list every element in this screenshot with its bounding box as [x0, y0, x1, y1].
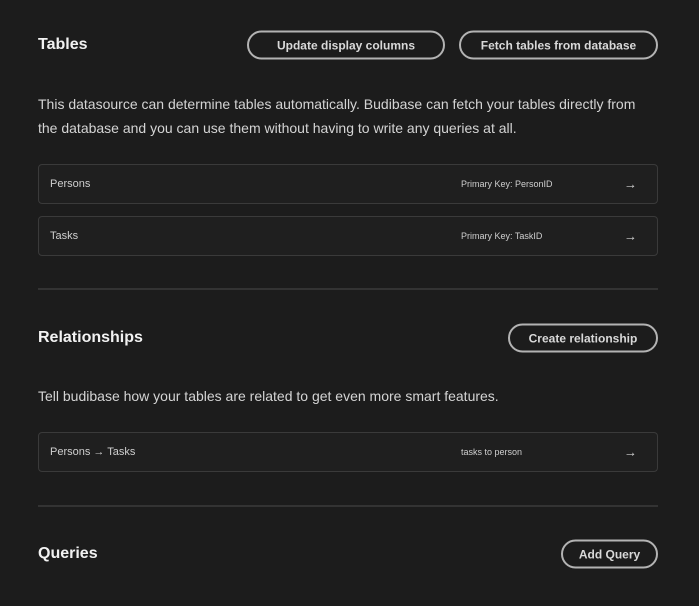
tables-header: Tables Update display columns Fetch tabl…: [38, 25, 658, 65]
arrow-right-icon[interactable]: →: [624, 445, 637, 460]
primary-key-label: Primary Key: PersonID: [461, 179, 553, 189]
tables-actions: Update display columns Fetch tables from…: [247, 30, 658, 60]
section-divider: [38, 505, 658, 507]
relationships-section: Relationships Create relationship: [38, 318, 658, 358]
relationships-header: Relationships Create relationship: [38, 318, 658, 358]
queries-header: Queries Add Query: [38, 534, 658, 574]
section-divider: [38, 288, 658, 290]
table-name: Persons: [50, 178, 91, 190]
arrow-right-icon[interactable]: →: [624, 177, 637, 192]
relationship-name: Persons → Tasks: [50, 446, 136, 458]
arrow-right-icon[interactable]: →: [624, 229, 637, 244]
relationship-label: tasks to person: [461, 447, 523, 457]
primary-key-label: Primary Key: TaskID: [461, 231, 543, 241]
relationships-description: Tell budibase how your tables are relate…: [38, 388, 499, 404]
table-name: Tasks: [50, 230, 79, 242]
add-query-button[interactable]: Add Query: [561, 539, 658, 569]
datasource-page: Tables Update display columns Fetch tabl…: [0, 0, 699, 606]
update-display-columns-button[interactable]: Update display columns: [247, 30, 445, 60]
queries-section: Queries Add Query: [38, 534, 658, 574]
queries-actions: Add Query: [561, 539, 658, 569]
tables-section: Tables Update display columns Fetch tabl…: [38, 25, 658, 65]
relationships-actions: Create relationship: [508, 323, 658, 353]
fetch-tables-button[interactable]: Fetch tables from database: [459, 30, 658, 60]
create-relationship-button[interactable]: Create relationship: [508, 323, 658, 353]
table-row-tasks[interactable]: Tasks Primary Key: TaskID →: [38, 216, 658, 256]
relationships-title: Relationships: [38, 329, 143, 346]
tables-description: This datasource can determine tables aut…: [38, 96, 636, 136]
table-row-persons[interactable]: Persons Primary Key: PersonID →: [38, 164, 658, 204]
relationship-row[interactable]: Persons → Tasks tasks to person →: [38, 432, 658, 472]
queries-title: Queries: [38, 545, 98, 562]
tables-title: Tables: [38, 36, 88, 53]
